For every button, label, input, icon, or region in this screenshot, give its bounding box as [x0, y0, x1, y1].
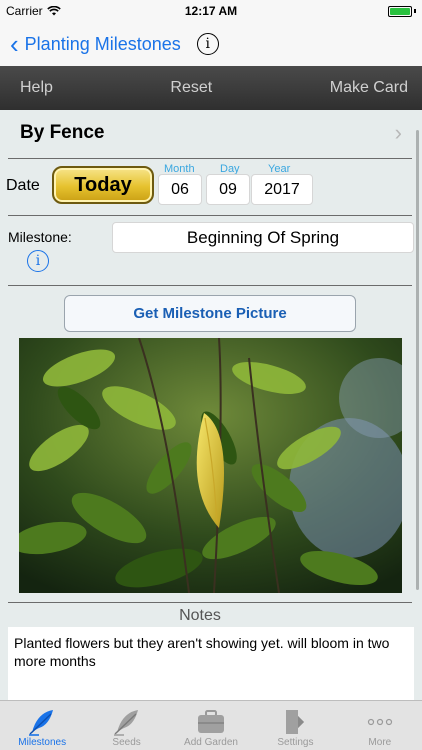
- location-row[interactable]: By Fence ›: [0, 110, 422, 156]
- day-field[interactable]: 09: [206, 174, 250, 205]
- chevron-right-icon: ›: [394, 120, 402, 145]
- ellipsis-icon: [365, 707, 395, 737]
- briefcase-icon: [196, 707, 226, 737]
- divider: [8, 285, 412, 286]
- tab-label: More: [368, 737, 392, 748]
- info-icon[interactable]: i: [196, 33, 219, 55]
- divider: [8, 158, 412, 159]
- reset-button[interactable]: Reset: [170, 79, 212, 97]
- milestone-label: Milestone:: [8, 229, 72, 245]
- status-bar: Carrier 12:17 AM: [0, 0, 422, 22]
- back-button-label: Planting Milestones: [24, 33, 181, 54]
- tab-settings[interactable]: Settings: [253, 701, 337, 750]
- nav-bar: ‹ Planting Milestones i: [0, 22, 422, 66]
- divider: [8, 215, 412, 216]
- year-field[interactable]: 2017: [251, 174, 313, 205]
- notes-textarea[interactable]: Planted flowers but they aren't showing …: [8, 627, 414, 700]
- toolbar: Help Reset Make Card: [0, 66, 422, 110]
- chevron-left-icon: ‹: [10, 29, 19, 59]
- tab-seeds[interactable]: Seeds: [84, 701, 168, 750]
- quill-icon: [112, 707, 142, 737]
- make-card-button[interactable]: Make Card: [330, 79, 408, 97]
- divider: [8, 602, 412, 603]
- tab-add-garden[interactable]: Add Garden: [169, 701, 253, 750]
- location-name: By Fence: [20, 122, 105, 143]
- quill-icon: [27, 707, 57, 737]
- notes-label: Notes: [179, 607, 221, 624]
- battery-icon: [388, 5, 416, 17]
- wifi-icon: [46, 6, 61, 16]
- milestone-field[interactable]: Beginning Of Spring: [112, 222, 414, 253]
- carrier-label: Carrier: [6, 4, 43, 18]
- tab-milestones[interactable]: Milestones: [0, 701, 84, 750]
- tab-more[interactable]: More: [338, 701, 422, 750]
- month-field[interactable]: 06: [158, 174, 202, 205]
- help-button[interactable]: Help: [20, 79, 53, 97]
- plant-photo-image: [19, 338, 402, 593]
- tab-label: Add Garden: [184, 737, 238, 748]
- door-icon: [280, 707, 310, 737]
- date-label: Date: [6, 177, 40, 194]
- status-time: 12:17 AM: [184, 4, 238, 18]
- info-icon[interactable]: i: [27, 250, 49, 272]
- tab-label: Seeds: [112, 737, 141, 748]
- tab-label: Settings: [277, 737, 314, 748]
- back-button[interactable]: ‹ Planting Milestones: [10, 31, 181, 57]
- today-button[interactable]: Today: [52, 166, 154, 204]
- get-milestone-picture-button[interactable]: Get Milestone Picture: [64, 295, 356, 332]
- milestone-photo: [19, 338, 402, 593]
- tab-bar: Milestones Seeds Add Garden Settings Mor…: [0, 700, 422, 750]
- scroll-indicator[interactable]: [416, 130, 419, 590]
- tab-label: Milestones: [18, 737, 67, 748]
- status-left: Carrier: [6, 4, 61, 18]
